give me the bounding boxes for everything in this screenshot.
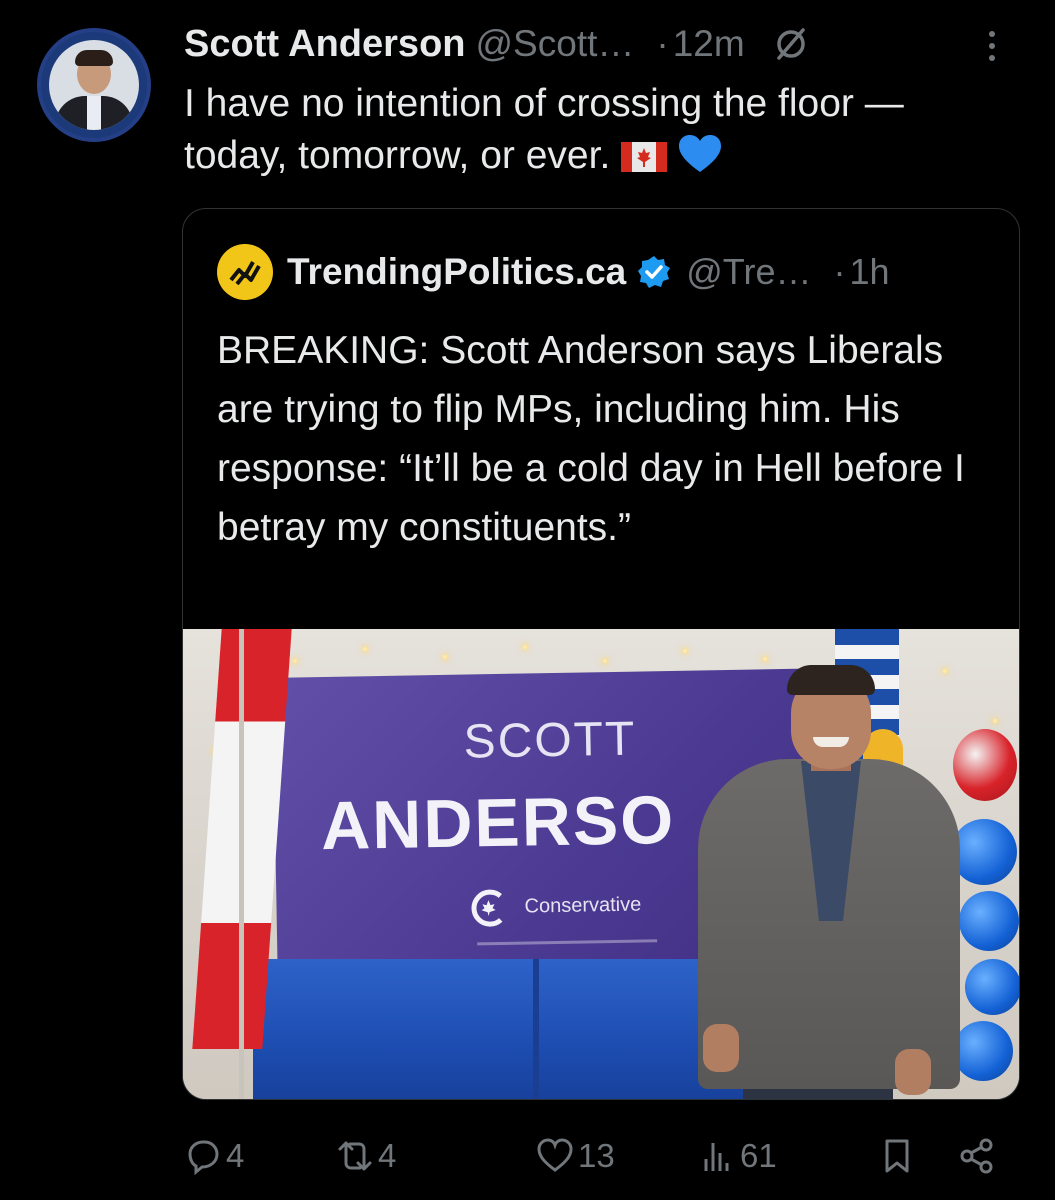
quoted-author-name[interactable]: TrendingPolitics.ca xyxy=(287,251,626,293)
quoted-time-separator: · xyxy=(833,251,846,292)
share-button[interactable] xyxy=(958,1132,996,1180)
author-avatar[interactable] xyxy=(37,28,151,142)
balloon-red xyxy=(953,729,1017,801)
views-button[interactable]: 61 xyxy=(698,1132,777,1180)
banner-party-name: Conservative xyxy=(524,893,642,918)
tweet-text-line2: today, tomorrow, or ever. xyxy=(184,130,1024,182)
bookmark-icon xyxy=(885,1139,909,1173)
author-name[interactable]: Scott Anderson xyxy=(184,23,466,66)
string-light xyxy=(293,659,297,663)
bookmark-button[interactable] xyxy=(878,1132,916,1180)
tweet-text: I have no intention of crossing the floo… xyxy=(184,78,1024,182)
reply-button[interactable]: 4 xyxy=(184,1132,244,1180)
string-light xyxy=(603,659,607,663)
man-hand-left xyxy=(703,1024,739,1072)
views-count: 61 xyxy=(740,1137,777,1174)
avatar-hair xyxy=(75,50,113,66)
reply-count: 4 xyxy=(226,1137,245,1174)
tweet[interactable]: Scott Anderson @Scott… · 12m I have no i… xyxy=(0,0,1055,1200)
like-button[interactable]: 13 xyxy=(536,1132,615,1180)
balloon-blue xyxy=(959,891,1019,951)
tweet-header: Scott Anderson @Scott… · 12m xyxy=(184,22,1015,66)
string-light xyxy=(683,649,687,653)
string-light xyxy=(763,657,767,661)
man-smile xyxy=(813,737,849,747)
balloon-blue xyxy=(951,819,1017,885)
avatar-shirt xyxy=(87,96,101,130)
repost-count: 4 xyxy=(378,1137,397,1174)
conservative-logo-icon xyxy=(471,889,503,927)
banner-first-name: SCOTT xyxy=(463,712,637,769)
table-seam xyxy=(533,959,539,1099)
like-icon xyxy=(537,1138,573,1172)
quoted-tweet-photo[interactable]: SCOTT ANDERSO Conservative xyxy=(183,629,1019,1099)
string-light xyxy=(363,647,367,651)
like-count: 13 xyxy=(578,1137,615,1174)
flag-pole xyxy=(239,629,244,1099)
views-icon xyxy=(704,1143,729,1171)
quoted-tweet-header: TrendingPolitics.ca @Tre… · 1h xyxy=(217,244,890,300)
quoted-author-handle[interactable]: @Tre… xyxy=(686,251,811,293)
string-light xyxy=(523,645,527,649)
tweet-text-line2-content: today, tomorrow, or ever. xyxy=(184,134,611,177)
string-light xyxy=(443,655,447,659)
string-light xyxy=(943,669,947,673)
balloon-blue xyxy=(965,959,1019,1015)
balloon-blue xyxy=(953,1021,1013,1081)
quoted-tweet-text: BREAKING: Scott Anderson says Liberals a… xyxy=(217,329,965,549)
repost-button[interactable]: 4 xyxy=(336,1132,396,1180)
share-icon xyxy=(960,1138,993,1174)
trending-logo-icon xyxy=(229,261,261,286)
repost-icon xyxy=(338,1141,372,1171)
author-handle[interactable]: @Scott… xyxy=(476,23,635,65)
banner-last-name: ANDERSO xyxy=(320,781,676,865)
man-hand-right xyxy=(895,1049,931,1095)
more-icon[interactable] xyxy=(987,28,997,64)
trendingpolitics-avatar[interactable] xyxy=(217,244,273,300)
tweet-text-line1: I have no intention of crossing the floo… xyxy=(184,82,904,125)
grok-icon[interactable] xyxy=(773,26,809,62)
man-hair xyxy=(787,665,875,695)
blue-heart-icon xyxy=(678,135,721,172)
verified-badge-icon xyxy=(638,256,671,288)
quoted-post-time[interactable]: 1h xyxy=(849,251,889,293)
post-time[interactable]: 12m xyxy=(673,23,745,65)
quoted-tweet[interactable]: TrendingPolitics.ca @Tre… · 1h BREAKING:… xyxy=(182,208,1020,1100)
reply-icon xyxy=(188,1140,219,1175)
action-bar: 4 4 13 61 xyxy=(184,1132,1004,1180)
string-light xyxy=(993,719,997,723)
avatar-photo xyxy=(49,40,139,130)
banner-fine-print xyxy=(477,939,658,946)
canada-flag-icon xyxy=(621,142,668,172)
time-separator: · xyxy=(656,23,669,64)
